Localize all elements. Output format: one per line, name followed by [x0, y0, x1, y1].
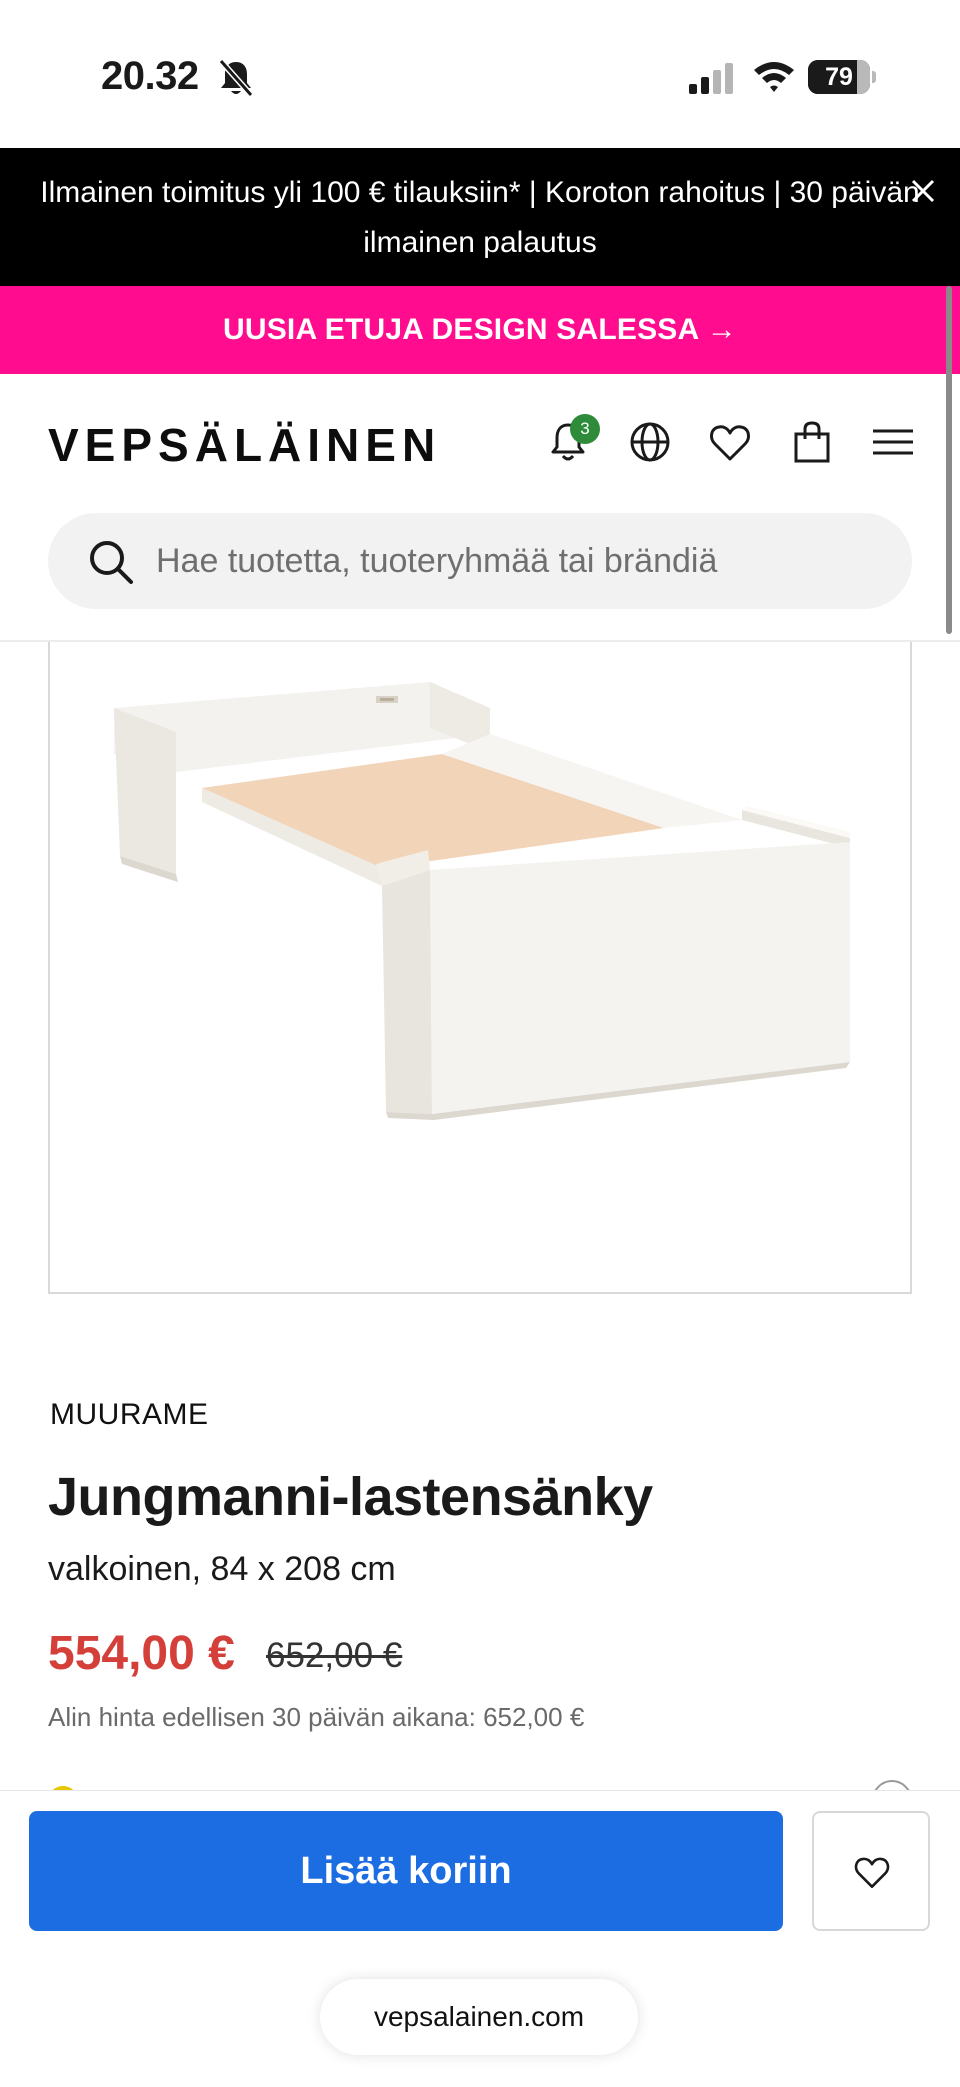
signal-icon: [689, 63, 733, 94]
bed-illustration: [114, 682, 850, 1120]
menu-icon[interactable]: [870, 419, 916, 465]
site-header: VEPSÄLÄINEN 3: [0, 374, 960, 642]
heart-icon: [854, 1857, 890, 1888]
scrollbar[interactable]: [946, 286, 952, 634]
sticky-purchase-bar: Lisää koriin vepsalainen.com: [0, 1790, 960, 2087]
status-bar: 20.32 79: [0, 0, 960, 148]
product-variant: valkoinen, 84 x 208 cm: [48, 1550, 396, 1588]
wifi-icon: [754, 62, 794, 92]
globe-icon[interactable]: [627, 419, 673, 465]
product-title: Jungmanni-lastensänky: [48, 1467, 653, 1527]
wishlist-button[interactable]: [812, 1811, 930, 1931]
promo-link[interactable]: UUSIA ETUJA DESIGN SALESSA →: [0, 286, 960, 374]
search-input[interactable]: [156, 513, 876, 609]
add-to-cart-button[interactable]: Lisää koriin: [29, 1811, 783, 1931]
lowest-price-note: Alin hinta edellisen 30 päivän aikana: 6…: [48, 1702, 585, 1732]
announcement-text: Ilmainen toimitus yli 100 € tilauksiin* …: [40, 176, 920, 259]
browser-url-pill[interactable]: vepsalainen.com: [320, 1979, 638, 2055]
battery-percent: 79: [825, 63, 853, 91]
promo-banner[interactable]: UUSIA ETUJA DESIGN SALESSA →: [0, 286, 960, 374]
search-icon: [90, 541, 133, 584]
search-bar[interactable]: [48, 513, 912, 609]
status-time: 20.32: [101, 54, 199, 98]
logo[interactable]: VEPSÄLÄINEN: [48, 418, 441, 472]
original-price: 652,00 €: [266, 1636, 403, 1675]
product-brand[interactable]: MUURAME: [50, 1398, 209, 1432]
sale-price: 554,00 €: [48, 1627, 235, 1680]
notification-badge: 3: [570, 414, 600, 444]
announcement-bar: Ilmainen toimitus yli 100 € tilauksiin* …: [0, 148, 960, 286]
product-image[interactable]: [48, 642, 912, 1294]
heart-icon[interactable]: [707, 419, 753, 465]
bag-icon[interactable]: [789, 419, 835, 465]
close-icon[interactable]: [906, 174, 940, 208]
bell-off-icon: [218, 59, 254, 97]
battery-indicator: 79: [808, 60, 876, 94]
